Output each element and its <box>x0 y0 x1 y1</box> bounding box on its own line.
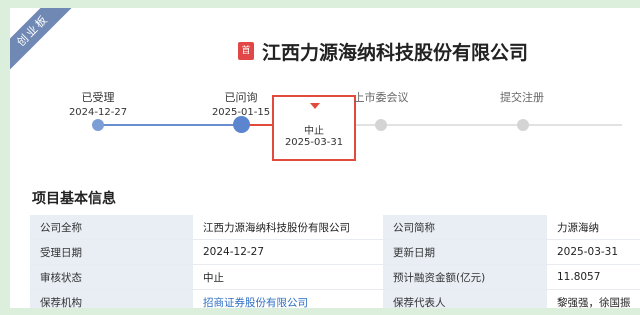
project-info-table: 公司全称 江西力源海纳科技股份有限公司 公司简称 力源海纳 受理日期 2024-… <box>30 215 640 308</box>
step-registration: 提交注册 <box>500 91 544 104</box>
progress-line-pending <box>312 124 622 126</box>
halt-marker-icon <box>310 103 320 109</box>
field-label: 公司全称 <box>30 215 193 240</box>
field-label: 保荐机构 <box>30 289 193 308</box>
header: 首 江西力源海纳科技股份有限公司 <box>238 39 529 64</box>
field-value: 黎强强，徐国振 <box>547 289 640 308</box>
step-listing-committee: 上市委会议 <box>353 91 409 104</box>
table-row: 受理日期 2024-12-27 更新日期 2025-03-31 <box>30 239 640 265</box>
table-row: 审核状态 中止 预计融资金额(亿元) 11.8057 <box>30 264 640 290</box>
step-accepted-dot <box>92 119 104 131</box>
step-inquired-dot <box>233 116 250 133</box>
section-title: 项目基本信息 <box>32 191 116 207</box>
field-value: 11.8057 <box>547 264 640 290</box>
field-label: 审核状态 <box>30 264 193 290</box>
sponsor-link[interactable]: 招商证券股份有限公司 <box>193 289 383 308</box>
field-value: 2024-12-27 <box>193 239 383 265</box>
field-label: 预计融资金额(亿元) <box>383 264 547 290</box>
table-row: 公司全称 江西力源海纳科技股份有限公司 公司简称 力源海纳 <box>30 215 640 240</box>
step-halt-dot <box>375 119 387 131</box>
progress-line-done <box>98 124 242 126</box>
field-label: 公司简称 <box>383 215 547 240</box>
field-label: 受理日期 <box>30 239 193 265</box>
field-value: 力源海纳 <box>547 215 640 240</box>
field-label: 更新日期 <box>383 239 547 265</box>
field-value: 江西力源海纳科技股份有限公司 <box>193 215 383 240</box>
field-label: 保荐代表人 <box>383 289 547 308</box>
table-row: 保荐机构 招商证券股份有限公司 保荐代表人 黎强强，徐国振 <box>30 289 640 308</box>
field-value: 中止 <box>193 264 383 290</box>
board-ribbon: 创业板 <box>10 8 73 71</box>
halt-label: 中止 <box>304 126 324 137</box>
company-title: 江西力源海纳科技股份有限公司 <box>262 41 529 64</box>
field-value: 2025-03-31 <box>547 239 640 265</box>
step-accepted: 已受理 2024-12-27 <box>68 91 128 118</box>
project-card: 创业板 首 江西力源海纳科技股份有限公司 已受理 2024-12-27 已问询 … <box>10 8 640 308</box>
step-registration-dot <box>517 119 529 131</box>
ipo-first-badge: 首 <box>238 42 254 60</box>
halt-date: 2025-03-31 <box>284 137 344 148</box>
